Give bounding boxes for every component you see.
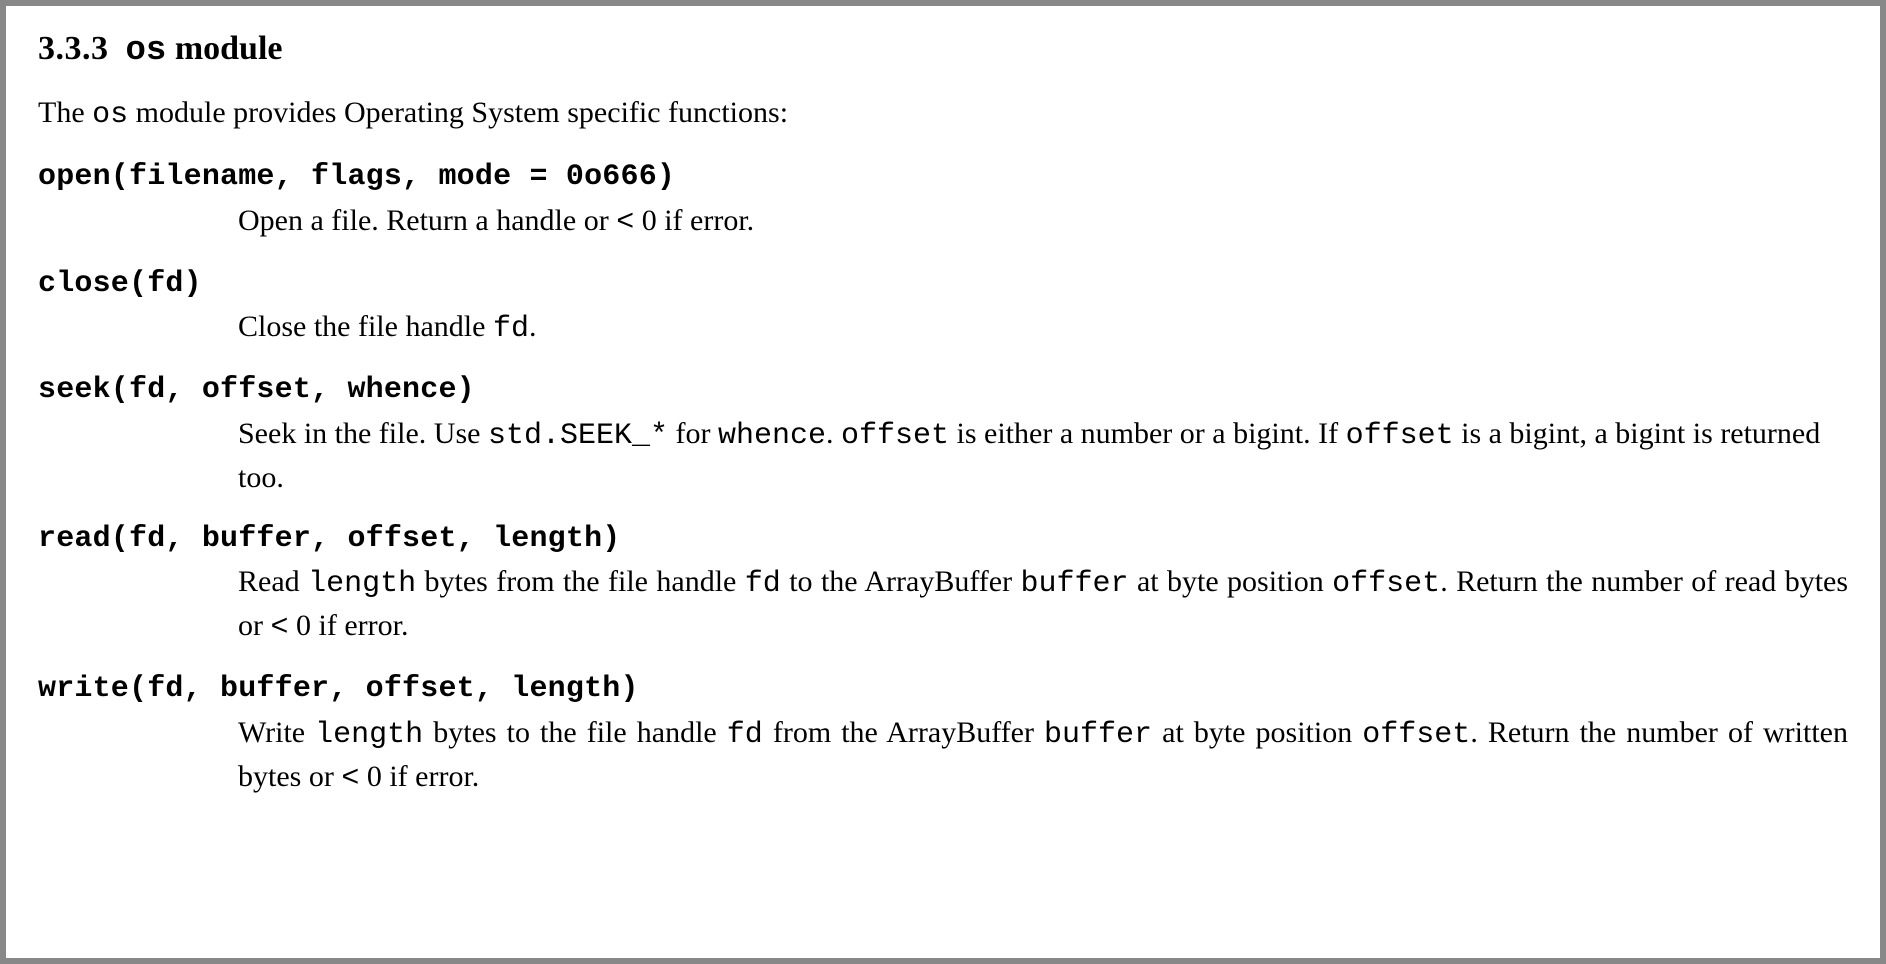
description-text: 0 if error.	[359, 760, 479, 793]
inline-code: offset	[1346, 419, 1454, 453]
inline-code: fd	[745, 567, 781, 601]
description-text: Close the file handle	[238, 310, 493, 343]
inline-code: length	[315, 718, 423, 752]
inline-code: whence	[718, 419, 826, 453]
intro-paragraph: The os module provides Operating System …	[38, 93, 1848, 136]
function-description: Write length bytes to the file handle fd…	[38, 712, 1848, 800]
inline-code: length	[308, 567, 416, 601]
description-text: .	[529, 310, 537, 343]
description-text: Open a file. Return a handle or	[238, 204, 616, 237]
section-heading: 3.3.3 os module	[38, 26, 1848, 75]
description-text: to the ArrayBuffer	[781, 565, 1021, 598]
description-text: bytes from the file handle	[416, 565, 745, 598]
definition-entry: write(fd, buffer, offset, length)Write l…	[38, 669, 1848, 800]
function-description: Seek in the file. Use std.SEEK_* for whe…	[38, 413, 1848, 499]
definition-list: open(filename, flags, mode = 0o666)Open …	[38, 157, 1848, 800]
function-description: Read length bytes from the file handle f…	[38, 561, 1848, 649]
document-page: 3.3.3 os module The os module provides O…	[6, 6, 1880, 958]
inline-code: offset	[841, 419, 949, 453]
inline-code: fd	[727, 718, 763, 752]
description-text: at byte position	[1152, 716, 1362, 749]
intro-text-post: module provides Operating System specifi…	[128, 96, 788, 129]
inline-code: offset	[1332, 567, 1440, 601]
inline-code: <	[341, 762, 359, 796]
section-heading-code: os	[126, 32, 167, 70]
description-text: Seek in the file. Use	[238, 417, 488, 450]
function-signature: open(filename, flags, mode = 0o666)	[38, 157, 1848, 198]
inline-code: buffer	[1044, 718, 1152, 752]
section-heading-word: module	[175, 30, 283, 67]
function-signature: write(fd, buffer, offset, length)	[38, 669, 1848, 710]
definition-entry: open(filename, flags, mode = 0o666)Open …	[38, 157, 1848, 244]
description-text: from the ArrayBuffer	[763, 716, 1044, 749]
description-text: for	[668, 417, 718, 450]
description-text: .	[826, 417, 841, 450]
definition-entry: seek(fd, offset, whence)Seek in the file…	[38, 370, 1848, 499]
definition-entry: close(fd)Close the file handle fd.	[38, 264, 1848, 351]
description-text: is either a number or a bigint. If	[949, 417, 1346, 450]
inline-code: fd	[493, 312, 529, 346]
function-signature: read(fd, buffer, offset, length)	[38, 519, 1848, 560]
intro-text-pre: The	[38, 96, 92, 129]
description-text: Read	[238, 565, 308, 598]
description-text: Write	[238, 716, 315, 749]
intro-code: os	[92, 98, 128, 132]
inline-code: <	[616, 206, 634, 240]
definition-entry: read(fd, buffer, offset, length)Read len…	[38, 519, 1848, 650]
description-text: bytes to the file handle	[423, 716, 727, 749]
inline-code: offset	[1362, 718, 1470, 752]
function-description: Open a file. Return a handle or < 0 if e…	[38, 200, 1848, 244]
description-text: 0 if error.	[634, 204, 754, 237]
inline-code: std.SEEK_*	[488, 419, 668, 453]
inline-code: buffer	[1021, 567, 1129, 601]
description-text: at byte position	[1129, 565, 1333, 598]
inline-code: <	[271, 611, 289, 645]
function-description: Close the file handle fd.	[38, 306, 1848, 350]
section-number: 3.3.3	[38, 30, 109, 67]
function-signature: close(fd)	[38, 264, 1848, 305]
description-text: 0 if error.	[289, 609, 409, 642]
function-signature: seek(fd, offset, whence)	[38, 370, 1848, 411]
